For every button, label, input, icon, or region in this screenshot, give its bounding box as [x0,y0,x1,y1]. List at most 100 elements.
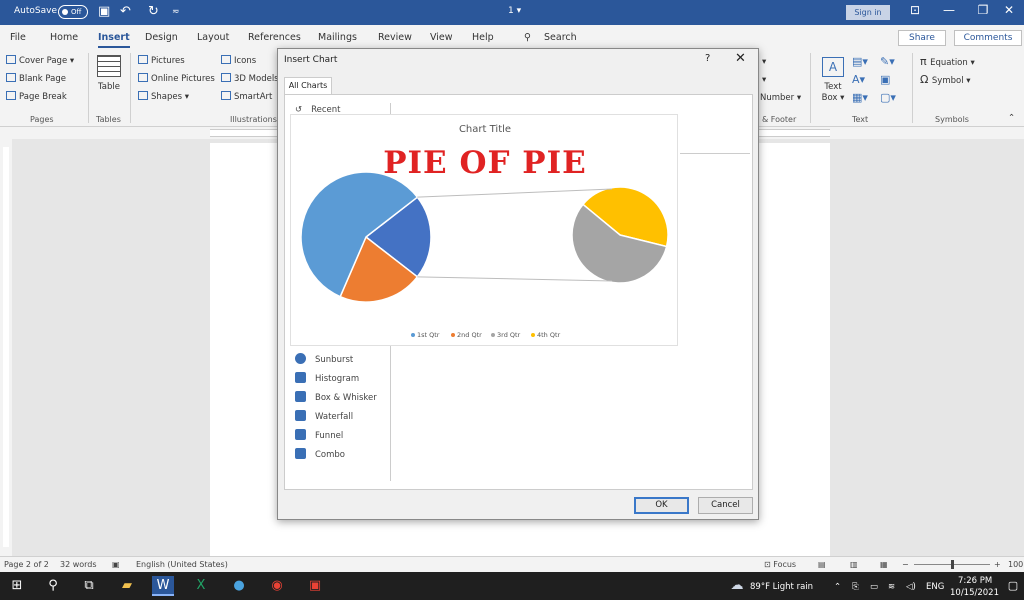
ok-button[interactable]: OK [634,497,689,514]
zoom-in-button[interactable]: + [994,560,1001,569]
notification-icon[interactable]: ▢ [1002,576,1024,596]
input-language[interactable]: ENG [926,582,944,592]
chart-type-funnel[interactable]: Funnel [295,429,343,443]
3d-models-button[interactable]: 3D Models [221,73,279,84]
excel-app-icon[interactable]: X [190,576,212,596]
chart-type-histogram[interactable]: Histogram [295,372,359,386]
tab-home[interactable]: Home [50,32,78,43]
tray-icon-battery[interactable]: ▭ [870,582,878,592]
search-icon[interactable]: ⚲ [42,576,64,596]
task-view-icon[interactable]: ⧉ [78,576,100,596]
tab-file[interactable]: File [10,32,26,43]
tab-insert[interactable]: Insert [98,32,130,48]
tab-review[interactable]: Review [378,32,412,43]
cancel-button[interactable]: Cancel [698,497,753,514]
tab-view[interactable]: View [430,32,453,43]
sign-in-button[interactable]: Sign in [846,5,890,20]
proofing-icon[interactable]: ▣ [112,560,120,569]
text-box-button[interactable]: Text Box ▾ [818,82,848,104]
customize-qat-icon[interactable]: ≂ [172,4,180,20]
tab-design[interactable]: Design [145,32,178,43]
close-dialog-button[interactable]: ✕ [735,51,746,66]
clock-date[interactable]: 10/15/2021 [950,588,999,598]
show-hidden-icons[interactable]: ⌃ [834,582,841,592]
vertical-ruler[interactable] [0,139,12,556]
page-number-button[interactable]: Number ▾ [760,93,801,103]
ribbon-separator [810,53,811,123]
footer-dropdown-icon[interactable]: ▾ [762,75,766,85]
shapes-button[interactable]: Shapes ▾ [138,91,189,102]
smartart-button[interactable]: SmartArt [221,91,272,102]
quick-parts-icon[interactable]: ▤▾ [852,55,868,68]
save-icon[interactable]: ▣ [98,4,110,20]
chart-type-waterfall[interactable]: Waterfall [295,410,353,424]
object-icon[interactable]: ▢▾ [880,91,896,104]
read-mode-icon[interactable]: ▤ [818,560,826,569]
icons-button[interactable]: Icons [221,55,256,66]
tray-icon-network[interactable]: ⎘ [852,582,859,592]
tab-help[interactable]: Help [472,32,494,43]
web-layout-icon[interactable]: ▦ [880,560,888,569]
start-icon[interactable]: ⊞ [6,576,28,596]
header-dropdown-icon[interactable]: ▾ [762,57,766,67]
ribbon-display-icon[interactable]: ⊡ [900,3,930,17]
page-break-button[interactable]: Page Break [6,91,67,102]
search-box[interactable]: Search [544,32,577,43]
histogram-icon [295,372,306,383]
zoom-level[interactable]: 100 [1008,560,1023,569]
volume-icon[interactable]: ◁) [906,582,916,592]
chart-type-combo[interactable]: Combo [295,448,345,462]
file-explorer-icon[interactable]: ▰ [116,576,138,596]
print-layout-icon[interactable]: ▥ [850,560,858,569]
chart-type-box-whisker[interactable]: Box & Whisker [295,391,377,405]
blank-page-button[interactable]: Blank Page [6,73,66,84]
collapse-ribbon-icon[interactable]: ⌃ [1008,113,1015,123]
table-icon[interactable] [97,55,121,77]
table-button[interactable]: Table [98,82,120,92]
search-icon[interactable]: ⚲ [524,32,531,43]
wordart-icon[interactable]: A▾ [852,73,865,86]
document-title[interactable]: 1 ▾ [508,6,521,16]
zalo-app-icon[interactable]: ● [228,576,250,596]
redo-icon[interactable]: ↻ [148,4,159,20]
chart-preview[interactable]: Chart Title PIE OF PIE 1st Qtr 2nd Qtr 3… [290,114,678,346]
zoom-out-button[interactable]: − [902,560,909,569]
tab-layout[interactable]: Layout [197,32,229,43]
tab-mailings[interactable]: Mailings [318,32,357,43]
clock-time[interactable]: 7:26 PM [958,576,992,586]
signature-line-icon[interactable]: ✎▾ [880,55,895,68]
pictures-icon [138,55,148,64]
minimize-icon[interactable]: — [934,3,964,17]
comments-button[interactable]: Comments [954,30,1022,46]
equation-button[interactable]: π Equation ▾ [920,55,975,68]
language-indicator[interactable]: English (United States) [136,560,228,569]
pictures-button[interactable]: Pictures [138,55,185,66]
zoom-slider-thumb[interactable] [951,560,954,569]
tab-all-charts[interactable]: All Charts [284,77,332,94]
date-time-icon[interactable]: ▣ [880,73,890,86]
text-box-icon[interactable]: A [822,57,844,77]
drop-cap-icon[interactable]: ▦▾ [852,91,868,104]
page-count[interactable]: Page 2 of 2 [4,560,49,569]
group-label-illustrations: Illustrations [230,115,277,124]
legend-marker [411,333,415,337]
online-pictures-button[interactable]: Online Pictures [138,73,215,84]
autosave-toggle[interactable]: Off [58,5,88,19]
symbol-button[interactable]: Ω Symbol ▾ [920,73,971,86]
word-count[interactable]: 32 words [60,560,97,569]
weather-text[interactable]: 89°F Light rain [750,582,813,592]
focus-button[interactable]: ⊡ Focus [764,560,796,569]
help-button[interactable]: ? [705,53,710,64]
blank-page-icon [6,73,16,82]
chart-type-sunburst[interactable]: Sunburst [295,353,353,367]
close-window-icon[interactable]: ✕ [994,3,1024,17]
weather-icon[interactable]: ☁ [726,576,748,596]
wifi-icon[interactable]: ≋ [888,582,895,592]
share-button[interactable]: Share [898,30,946,46]
undo-icon[interactable]: ↶ [120,4,131,20]
pinned-app-icon[interactable]: ▣ [304,576,326,596]
word-app-icon[interactable]: W [152,576,174,596]
cover-page-button[interactable]: Cover Page ▾ [6,55,74,66]
tab-references[interactable]: References [248,32,301,43]
chrome-app-icon[interactable]: ◉ [266,576,288,596]
